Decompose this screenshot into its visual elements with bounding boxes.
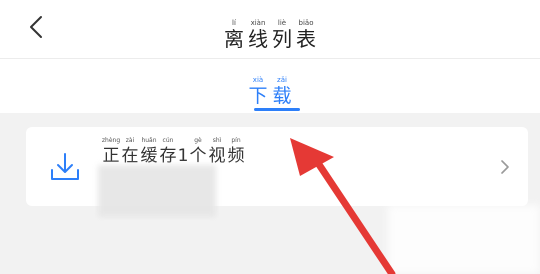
tab-char: xià 下 xyxy=(248,76,268,107)
title-char: lí 离 xyxy=(224,19,244,51)
page-title: lí 离 xiàn 线 liè 列 biǎo 表 xyxy=(0,10,540,51)
tab-bar: xià 下 zǎi 载 xyxy=(0,59,540,113)
caching-status-text: zhèng 正 zài 在 huǎn 缓 cún 存 1 gè 个 shì 视 … xyxy=(102,137,245,167)
title-char: liè 列 xyxy=(272,19,292,51)
status-char: pín 频 xyxy=(227,137,245,166)
tab-char: zǎi 载 xyxy=(272,76,292,107)
title-char: xiàn 线 xyxy=(248,19,268,51)
status-char: 1 xyxy=(177,146,189,166)
chevron-right-icon xyxy=(501,160,509,174)
header: lí 离 xiàn 线 liè 列 biǎo 表 xyxy=(0,0,540,58)
active-tab-indicator xyxy=(254,108,300,111)
blurred-content xyxy=(98,165,216,217)
download-icon xyxy=(51,153,79,180)
caching-item[interactable]: zhèng 正 zài 在 huǎn 缓 cún 存 1 gè 个 shì 视 … xyxy=(26,127,528,217)
status-char: gè 个 xyxy=(189,137,207,166)
status-char: zhèng 正 xyxy=(101,137,121,166)
status-char: shì 视 xyxy=(208,137,226,166)
status-char: cún 存 xyxy=(159,137,177,166)
status-char: zài 在 xyxy=(121,137,139,166)
tab-download[interactable]: xià 下 zǎi 载 xyxy=(240,67,300,111)
blurred-area xyxy=(388,205,540,274)
title-char: biǎo 表 xyxy=(296,19,316,51)
status-char: huǎn 缓 xyxy=(140,137,158,166)
